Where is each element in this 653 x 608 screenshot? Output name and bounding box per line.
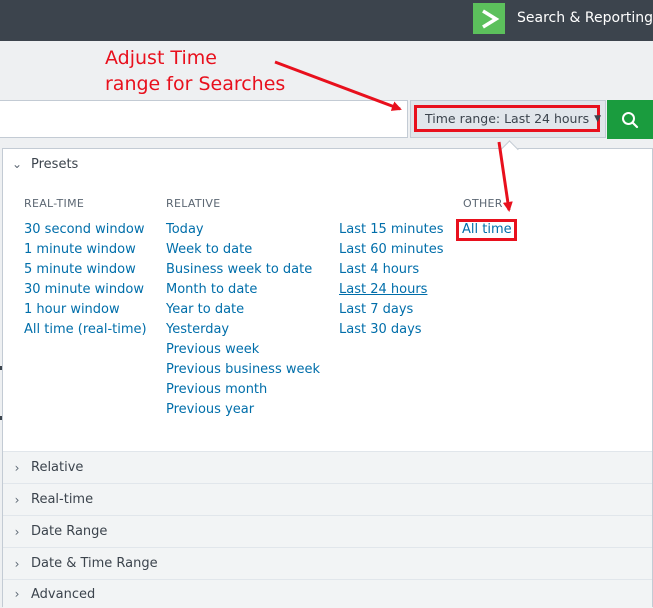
preset-previous-year[interactable]: Previous year bbox=[166, 402, 254, 417]
section-date-range[interactable]: › Date Range bbox=[3, 515, 652, 547]
heading-other: OTHER bbox=[463, 197, 503, 210]
preset-last-7-days[interactable]: Last 7 days bbox=[339, 302, 413, 317]
preset-30-second-window[interactable]: 30 second window bbox=[24, 222, 145, 237]
heading-real-time: REAL-TIME bbox=[24, 197, 85, 210]
caret-down-icon: ▼ bbox=[594, 113, 602, 124]
search-button[interactable] bbox=[607, 100, 653, 139]
section-advanced-label: Advanced bbox=[31, 586, 96, 602]
search-icon bbox=[622, 111, 639, 128]
chevron-right-logo-icon bbox=[482, 9, 500, 28]
section-relative-label: Relative bbox=[31, 460, 84, 475]
app-logo[interactable] bbox=[473, 3, 505, 34]
section-relative[interactable]: › Relative bbox=[3, 451, 652, 483]
preset-last-24-hours[interactable]: Last 24 hours bbox=[339, 282, 427, 297]
app-bar: Search & Reporting bbox=[0, 0, 653, 41]
chevron-right-icon: › bbox=[14, 460, 20, 475]
preset-previous-week[interactable]: Previous week bbox=[166, 342, 259, 357]
preset-last-60-minutes[interactable]: Last 60 minutes bbox=[339, 242, 444, 257]
preset-last-15-minutes[interactable]: Last 15 minutes bbox=[339, 222, 444, 237]
chevron-right-icon: › bbox=[14, 492, 20, 507]
heading-relative: RELATIVE bbox=[166, 197, 221, 210]
all-time-highlight bbox=[456, 219, 517, 241]
section-real-time-label: Real-time bbox=[31, 492, 94, 507]
section-presets-label: Presets bbox=[31, 156, 79, 172]
preset-all-time-real-time[interactable]: All time (real-time) bbox=[24, 322, 147, 337]
preset-last-30-days[interactable]: Last 30 days bbox=[339, 322, 422, 337]
preset-business-week-to-date[interactable]: Business week to date bbox=[166, 262, 312, 277]
chevron-right-icon: › bbox=[14, 587, 20, 601]
preset-previous-month[interactable]: Previous month bbox=[166, 382, 267, 397]
preset-5-minute-window[interactable]: 5 minute window bbox=[24, 262, 136, 277]
section-date-range-label: Date Range bbox=[31, 524, 108, 539]
preset-today[interactable]: Today bbox=[166, 222, 204, 237]
annotation-text: Adjust Time range for Searches bbox=[105, 47, 286, 95]
section-real-time[interactable]: › Real-time bbox=[3, 483, 652, 515]
section-advanced[interactable]: › Advanced bbox=[3, 579, 652, 608]
time-range-highlight[interactable]: Time range: Last 24 hours ▼ bbox=[414, 105, 602, 132]
preset-year-to-date[interactable]: Year to date bbox=[166, 302, 244, 317]
preset-30-minute-window[interactable]: 30 minute window bbox=[24, 282, 144, 297]
preset-previous-business-week[interactable]: Previous business week bbox=[166, 362, 320, 377]
search-input[interactable] bbox=[0, 100, 408, 138]
chevron-right-icon: › bbox=[14, 556, 20, 571]
section-date-time-range-label: Date & Time Range bbox=[31, 556, 158, 571]
preset-month-to-date[interactable]: Month to date bbox=[166, 282, 257, 297]
time-range-picker[interactable]: Time range: Last 24 hours ▼ bbox=[410, 100, 606, 138]
preset-week-to-date[interactable]: Week to date bbox=[166, 242, 252, 257]
preset-last-4-hours[interactable]: Last 4 hours bbox=[339, 262, 419, 277]
section-presets[interactable]: ⌄ Presets bbox=[3, 149, 652, 179]
chevron-down-icon: ⌄ bbox=[11, 157, 23, 171]
preset-1-minute-window[interactable]: 1 minute window bbox=[24, 242, 136, 257]
app-title[interactable]: Search & Reporting bbox=[517, 10, 653, 26]
time-range-label: Time range: Last 24 hours bbox=[425, 111, 590, 126]
section-date-time-range[interactable]: › Date & Time Range bbox=[3, 547, 652, 579]
preset-1-hour-window[interactable]: 1 hour window bbox=[24, 302, 120, 317]
preset-yesterday[interactable]: Yesterday bbox=[166, 322, 229, 337]
chevron-right-icon: › bbox=[14, 524, 20, 539]
